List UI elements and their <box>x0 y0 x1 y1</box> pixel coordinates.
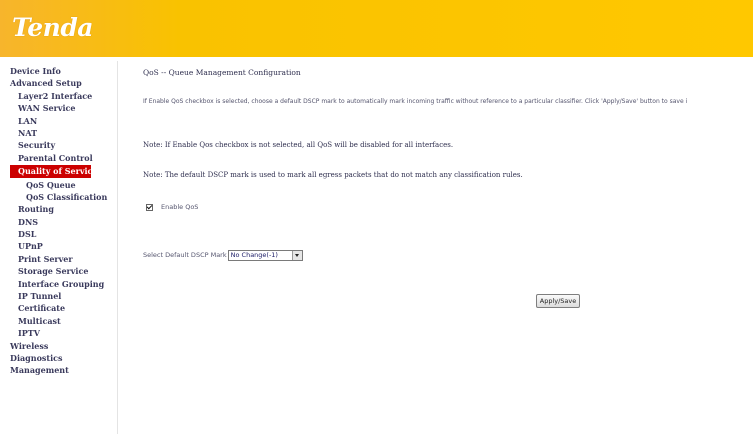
chevron-down-icon[interactable] <box>291 250 302 260</box>
sidebar-item-quality-of-service[interactable]: Quality of Service <box>10 165 97 178</box>
apply-save-button[interactable]: Apply/Save <box>536 294 580 308</box>
page-title: QoS -- Queue Management Configuration <box>143 68 301 77</box>
sidebar-item-iptv[interactable]: IPTV <box>0 327 117 339</box>
main-content: QoS -- Queue Management Configuration If… <box>140 61 753 434</box>
tenda-logo: Tenda <box>12 13 94 42</box>
dscp-label: Select Default DSCP Mark <box>143 251 227 259</box>
sidebar-item-interface-grouping[interactable]: Interface Grouping <box>0 278 117 290</box>
sidebar-item-qos-classification[interactable]: QoS Classification <box>0 191 117 203</box>
sidebar-item-advanced-setup[interactable]: Advanced Setup <box>0 77 117 89</box>
sidebar-item-storage-service[interactable]: Storage Service <box>0 265 117 277</box>
sidebar-item-layer2-interface[interactable]: Layer2 Interface <box>0 90 117 102</box>
sidebar-item-upnp[interactable]: UPnP <box>0 240 117 252</box>
sidebar-item-print-server[interactable]: Print Server <box>0 253 117 265</box>
dscp-select[interactable]: No Change(-1) <box>227 249 303 261</box>
sidebar-item-ip-tunnel[interactable]: IP Tunnel <box>0 290 117 302</box>
sidebar-item-routing[interactable]: Routing <box>0 203 117 215</box>
sidebar-item-management[interactable]: Management <box>0 364 117 376</box>
sidebar-item-parental-control[interactable]: Parental Control <box>0 152 117 164</box>
sidebar-item-dsl[interactable]: DSL <box>0 228 117 240</box>
dscp-select-value: No Change(-1) <box>230 251 278 259</box>
sidebar-item-lan[interactable]: LAN <box>0 115 117 127</box>
sidebar-item-dns[interactable]: DNS <box>0 216 117 228</box>
sidebar-item-multicast[interactable]: Multicast <box>0 315 117 327</box>
note-dscp-mark: Note: The default DSCP mark is used to m… <box>143 171 523 179</box>
enable-qos-label: Enable QoS <box>161 203 199 211</box>
enable-qos-row: Enable QoS <box>146 202 198 212</box>
sidebar-item-wan-service[interactable]: WAN Service <box>0 102 117 114</box>
sidebar-item-nat[interactable]: NAT <box>0 127 117 139</box>
sidebar-item-device-info[interactable]: Device Info <box>0 65 117 77</box>
sidebar-nav: Device Info Advanced Setup Layer2 Interfac… <box>0 61 118 434</box>
sidebar-item-qos-queue[interactable]: QoS Queue <box>0 179 117 191</box>
page-description: If Enable QoS checkbox is selected, choo… <box>143 98 688 105</box>
header-banner: Tenda <box>0 0 753 57</box>
sidebar-item-certificate[interactable]: Certificate <box>0 302 117 314</box>
dscp-row: Select Default DSCP Mark No Change(-1) <box>143 249 303 261</box>
sidebar-item-diagnostics[interactable]: Diagnostics <box>0 352 117 364</box>
sidebar-item-security[interactable]: Security <box>0 139 117 151</box>
sidebar-item-wireless[interactable]: Wireless <box>0 340 117 352</box>
note-qos-disabled: Note: If Enable Qos checkbox is not sele… <box>143 141 454 149</box>
enable-qos-checkbox[interactable] <box>146 203 153 211</box>
